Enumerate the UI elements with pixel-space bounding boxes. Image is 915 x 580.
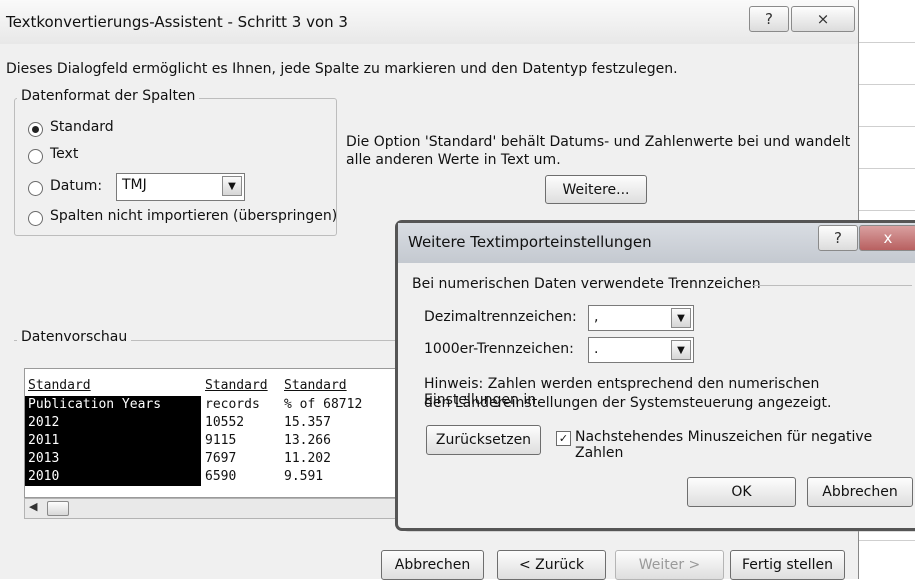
radio-skip-column-label[interactable]: Spalten nicht importieren (überspringen) [50,208,337,224]
preview-cell: 2010 [25,468,201,486]
radio-date-label[interactable]: Datum: [50,178,102,194]
close-button[interactable]: ⨯ [791,6,855,32]
preview-header-cell[interactable]: Standard [281,377,404,395]
finish-button[interactable]: Fertig stellen [730,550,845,580]
chevron-down-icon[interactable]: ▼ [671,340,691,360]
thousands-separator-label: 1000er-Trennzeichen: [424,341,574,357]
trailing-minus-label[interactable]: Nachstehendes Minuszeichen für negative … [575,429,915,461]
help-icon: ? [765,10,773,28]
hint-line2: den Ländereinstellungen der Systemsteuer… [424,395,832,411]
radio-text-label[interactable]: Text [50,146,78,162]
preview-cell: 11.202 [284,451,331,466]
next-button[interactable]: Weiter > [615,550,724,580]
dialog-title: Textkonvertierungs-Assistent - Schritt 3… [6,13,348,31]
preview-header-cell[interactable]: Standard [25,377,201,395]
preview-cell: 10552 [205,415,245,430]
back-button[interactable]: < Zurück [497,550,606,580]
preview-cell: 15.357 [284,415,331,430]
scroll-left-icon[interactable]: ◀ [29,500,37,513]
decimal-separator-select[interactable]: , ▼ [588,305,694,331]
preview-cell: 2012 [25,414,201,432]
data-preview-grid[interactable]: Standard Standard Standard Publication Y… [24,368,402,498]
standard-info-line1: Die Option 'Standard' behält Datums- und… [346,134,851,150]
preview-cell: 6590 [205,469,237,484]
decimal-separator-label: Dezimaltrennzeichen: [424,309,577,325]
ok-button[interactable]: OK [687,477,796,507]
date-format-value: TMJ [122,177,147,193]
preview-cell: 2011 [25,432,201,450]
preview-cell: records [205,397,260,412]
table-row: 2011 9115 13.266 [25,432,401,450]
preview-cell: 9.591 [284,469,324,484]
help-icon: ? [834,229,842,247]
radio-standard-label[interactable]: Standard [50,119,114,135]
preview-cell: 2013 [25,450,201,468]
date-format-select[interactable]: TMJ ▼ [116,173,245,201]
sub-close-button[interactable]: x [859,225,915,251]
close-icon: ⨯ [816,10,830,28]
cancel-button[interactable]: Abbrechen [381,550,484,580]
sub-cancel-button[interactable]: Abbrechen [807,477,913,507]
radio-text[interactable] [28,149,43,164]
table-row: Publication Years records % of 68712 [25,396,401,414]
trailing-minus-checkbox[interactable]: ✓ [556,431,571,446]
preview-cell: % of 68712 [284,397,363,412]
preview-horizontal-scrollbar[interactable]: ◀ [24,498,402,519]
preview-cell: 9115 [205,433,237,448]
help-button[interactable]: ? [749,6,789,32]
reset-button[interactable]: Zurücksetzen [426,425,541,455]
column-format-legend: Datenformat der Spalten [17,88,200,104]
scrollbar-thumb[interactable] [47,501,69,516]
preview-cell: 13.266 [284,433,331,448]
table-row: 2012 10552 15.357 [25,414,401,432]
chevron-down-icon[interactable]: ▼ [222,176,242,196]
sub-help-button[interactable]: ? [818,225,858,251]
close-icon: x [883,229,893,247]
table-row: 2013 7697 11.202 [25,450,401,468]
preview-cell: 7697 [205,451,237,466]
data-preview-legend: Datenvorschau [17,329,132,345]
preview-header-cell[interactable]: Standard [202,377,281,395]
section-divider [752,285,912,286]
chevron-down-icon[interactable]: ▼ [671,308,691,328]
separator-section-label: Bei numerischen Daten verwendete Trennze… [412,276,767,292]
standard-info-line2: alle anderen Werte in Text um. [346,152,561,168]
table-row: 2010 6590 9.591 [25,468,401,486]
preview-header-row: Standard Standard Standard [25,377,401,395]
radio-date[interactable] [28,181,43,196]
more-button[interactable]: Weitere... [545,175,647,204]
thousands-separator-value: . [594,341,599,357]
sub-dialog-title: Weitere Textimporteinstellungen [408,233,652,251]
thousands-separator-select[interactable]: . ▼ [588,337,694,363]
radio-skip-column[interactable] [28,211,43,226]
dialog-description: Dieses Dialogfeld ermöglicht es Ihnen, j… [6,61,678,77]
decimal-separator-value: , [594,309,599,325]
preview-cell: Publication Years [25,396,201,414]
radio-standard[interactable] [28,122,43,137]
